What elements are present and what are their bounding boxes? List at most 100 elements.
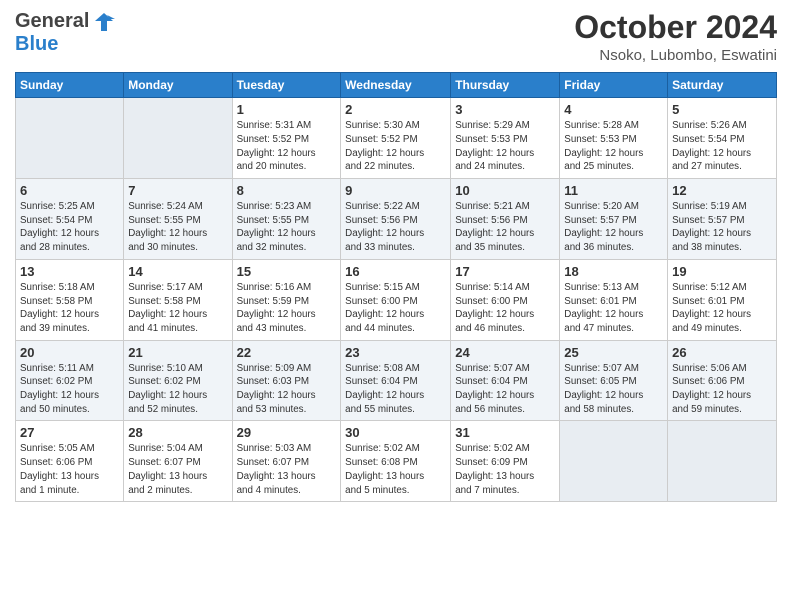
title-section: October 2024 Nsoko, Lubombo, Eswatini [574, 10, 777, 64]
day-number: 15 [237, 264, 337, 279]
logo-blue-text: Blue [15, 33, 58, 55]
day-number: 19 [672, 264, 772, 279]
day-info: Sunrise: 5:02 AM Sunset: 6:08 PM Dayligh… [345, 442, 446, 497]
calendar-cell: 27 Sunrise: 5:05 AM Sunset: 6:06 PM Dayli… [16, 421, 124, 502]
day-number: 2 [345, 102, 446, 117]
day-number: 13 [20, 264, 119, 279]
day-info: Sunrise: 5:14 AM Sunset: 6:00 PM Dayligh… [455, 281, 555, 336]
calendar-cell: 8 Sunrise: 5:23 AM Sunset: 5:55 PM Daylig… [232, 179, 341, 260]
calendar-cell [560, 421, 668, 502]
calendar-cell: 17 Sunrise: 5:14 AM Sunset: 6:00 PM Dayli… [451, 259, 560, 340]
calendar-cell: 5 Sunrise: 5:26 AM Sunset: 5:54 PM Daylig… [668, 98, 777, 179]
calendar-cell: 23 Sunrise: 5:08 AM Sunset: 6:04 PM Dayli… [341, 340, 451, 421]
calendar-week-row: 20 Sunrise: 5:11 AM Sunset: 6:02 PM Dayli… [16, 340, 777, 421]
day-number: 12 [672, 183, 772, 198]
weekday-header-wednesday: Wednesday [341, 73, 451, 98]
calendar-cell: 29 Sunrise: 5:03 AM Sunset: 6:07 PM Dayli… [232, 421, 341, 502]
day-info: Sunrise: 5:07 AM Sunset: 6:04 PM Dayligh… [455, 362, 555, 417]
calendar-week-row: 13Sunrise: 5:18 AM Sunset: 5:58 PM Dayli… [16, 259, 777, 340]
logo: General Blue [15, 10, 115, 56]
calendar-cell: 24 Sunrise: 5:07 AM Sunset: 6:04 PM Dayli… [451, 340, 560, 421]
day-number: 26 [672, 345, 772, 360]
day-number: 9 [345, 183, 446, 198]
day-number: 28 [128, 425, 227, 440]
day-number: 8 [237, 183, 337, 198]
day-number: 22 [237, 345, 337, 360]
day-number: 29 [237, 425, 337, 440]
weekday-header-saturday: Saturday [668, 73, 777, 98]
calendar-cell: 22 Sunrise: 5:09 AM Sunset: 6:03 PM Dayli… [232, 340, 341, 421]
day-info: Sunrise: 5:29 AM Sunset: 5:53 PM Dayligh… [455, 119, 555, 174]
calendar-cell: 10Sunrise: 5:21 AM Sunset: 5:56 PM Dayli… [451, 179, 560, 260]
logo-general-text: General [15, 10, 89, 33]
calendar-cell: 6 Sunrise: 5:25 AM Sunset: 5:54 PM Daylig… [16, 179, 124, 260]
day-number: 31 [455, 425, 555, 440]
calendar-week-row: 27 Sunrise: 5:05 AM Sunset: 6:06 PM Dayli… [16, 421, 777, 502]
day-number: 7 [128, 183, 227, 198]
day-info: Sunrise: 5:05 AM Sunset: 6:06 PM Dayligh… [20, 442, 119, 497]
day-info: Sunrise: 5:31 AM Sunset: 5:52 PM Dayligh… [237, 119, 337, 174]
calendar-table: SundayMondayTuesdayWednesdayThursdayFrid… [15, 72, 777, 502]
day-number: 11 [564, 183, 663, 198]
day-number: 23 [345, 345, 446, 360]
day-number: 20 [20, 345, 119, 360]
weekday-header-monday: Monday [124, 73, 232, 98]
logo-bird-icon [93, 11, 115, 33]
day-info: Sunrise: 5:10 AM Sunset: 6:02 PM Dayligh… [128, 362, 227, 417]
day-number: 1 [237, 102, 337, 117]
calendar-cell: 19Sunrise: 5:12 AM Sunset: 6:01 PM Dayli… [668, 259, 777, 340]
day-number: 3 [455, 102, 555, 117]
calendar-cell: 25Sunrise: 5:07 AM Sunset: 6:05 PM Dayli… [560, 340, 668, 421]
day-info: Sunrise: 5:23 AM Sunset: 5:55 PM Dayligh… [237, 200, 337, 255]
calendar-cell: 18 Sunrise: 5:13 AM Sunset: 6:01 PM Dayli… [560, 259, 668, 340]
day-info: Sunrise: 5:03 AM Sunset: 6:07 PM Dayligh… [237, 442, 337, 497]
day-info: Sunrise: 5:15 AM Sunset: 6:00 PM Dayligh… [345, 281, 446, 336]
calendar-cell [668, 421, 777, 502]
calendar-cell: 15 Sunrise: 5:16 AM Sunset: 5:59 PM Dayli… [232, 259, 341, 340]
day-info: Sunrise: 5:02 AM Sunset: 6:09 PM Dayligh… [455, 442, 555, 497]
day-number: 16 [345, 264, 446, 279]
day-info: Sunrise: 5:04 AM Sunset: 6:07 PM Dayligh… [128, 442, 227, 497]
day-info: Sunrise: 5:25 AM Sunset: 5:54 PM Dayligh… [20, 200, 119, 255]
day-number: 18 [564, 264, 663, 279]
calendar-cell: 30 Sunrise: 5:02 AM Sunset: 6:08 PM Dayli… [341, 421, 451, 502]
day-number: 27 [20, 425, 119, 440]
day-info: Sunrise: 5:11 AM Sunset: 6:02 PM Dayligh… [20, 362, 119, 417]
calendar-page: General Blue October 2024 Nsoko, Lubombo… [0, 0, 792, 612]
day-info: Sunrise: 5:21 AM Sunset: 5:56 PM Dayligh… [455, 200, 555, 255]
weekday-header-sunday: Sunday [16, 73, 124, 98]
calendar-cell: 11 Sunrise: 5:20 AM Sunset: 5:57 PM Dayli… [560, 179, 668, 260]
day-info: Sunrise: 5:30 AM Sunset: 5:52 PM Dayligh… [345, 119, 446, 174]
day-info: Sunrise: 5:08 AM Sunset: 6:04 PM Dayligh… [345, 362, 446, 417]
day-info: Sunrise: 5:20 AM Sunset: 5:57 PM Dayligh… [564, 200, 663, 255]
day-number: 17 [455, 264, 555, 279]
day-info: Sunrise: 5:13 AM Sunset: 6:01 PM Dayligh… [564, 281, 663, 336]
location-title: Nsoko, Lubombo, Eswatini [574, 47, 777, 64]
day-number: 24 [455, 345, 555, 360]
calendar-cell: 13Sunrise: 5:18 AM Sunset: 5:58 PM Dayli… [16, 259, 124, 340]
calendar-cell [16, 98, 124, 179]
weekday-header-tuesday: Tuesday [232, 73, 341, 98]
calendar-cell: 2 Sunrise: 5:30 AM Sunset: 5:52 PM Daylig… [341, 98, 451, 179]
calendar-cell: 12Sunrise: 5:19 AM Sunset: 5:57 PM Dayli… [668, 179, 777, 260]
day-info: Sunrise: 5:09 AM Sunset: 6:03 PM Dayligh… [237, 362, 337, 417]
weekday-header-thursday: Thursday [451, 73, 560, 98]
calendar-cell: 9 Sunrise: 5:22 AM Sunset: 5:56 PM Daylig… [341, 179, 451, 260]
calendar-cell [124, 98, 232, 179]
weekday-header-friday: Friday [560, 73, 668, 98]
day-info: Sunrise: 5:16 AM Sunset: 5:59 PM Dayligh… [237, 281, 337, 336]
day-info: Sunrise: 5:26 AM Sunset: 5:54 PM Dayligh… [672, 119, 772, 174]
day-number: 25 [564, 345, 663, 360]
day-info: Sunrise: 5:17 AM Sunset: 5:58 PM Dayligh… [128, 281, 227, 336]
day-number: 6 [20, 183, 119, 198]
calendar-cell: 26Sunrise: 5:06 AM Sunset: 6:06 PM Dayli… [668, 340, 777, 421]
weekday-header-row: SundayMondayTuesdayWednesdayThursdayFrid… [16, 73, 777, 98]
calendar-week-row: 1 Sunrise: 5:31 AM Sunset: 5:52 PM Daylig… [16, 98, 777, 179]
day-number: 21 [128, 345, 227, 360]
calendar-cell: 16 Sunrise: 5:15 AM Sunset: 6:00 PM Dayli… [341, 259, 451, 340]
day-number: 30 [345, 425, 446, 440]
calendar-cell: 7Sunrise: 5:24 AM Sunset: 5:55 PM Daylig… [124, 179, 232, 260]
calendar-cell: 3 Sunrise: 5:29 AM Sunset: 5:53 PM Daylig… [451, 98, 560, 179]
day-info: Sunrise: 5:22 AM Sunset: 5:56 PM Dayligh… [345, 200, 446, 255]
day-number: 5 [672, 102, 772, 117]
